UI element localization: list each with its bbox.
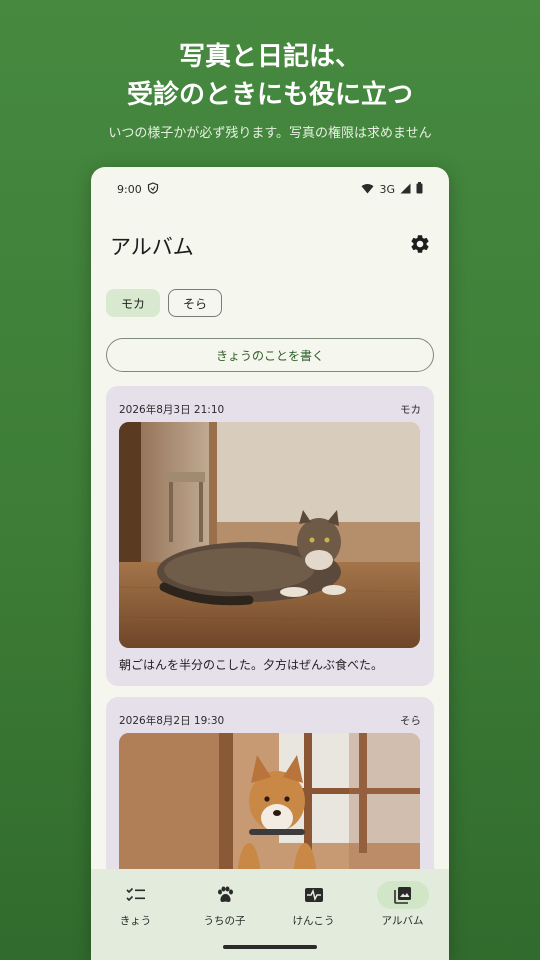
pulse-icon (288, 881, 340, 909)
paw-icon (199, 881, 251, 909)
battery-icon (416, 182, 423, 197)
page-title: アルバム (110, 235, 194, 259)
promo-headline-line1: 写真と日記は、 (178, 42, 361, 72)
status-indicators: 3G (361, 182, 423, 197)
photo-album-icon (376, 881, 429, 909)
promo-headline-line2: 受診のときにも役に立つ (126, 80, 413, 110)
nav-item-my-pets[interactable]: うちの子 (180, 869, 269, 939)
nav-item-today[interactable]: きょう (91, 869, 180, 939)
nav-item-album[interactable]: アルバム (358, 869, 447, 939)
nav-label: きょう (119, 915, 152, 927)
status-time: 9:00 (117, 183, 142, 196)
signal-icon (400, 183, 411, 197)
checklist-icon (110, 881, 162, 909)
entry-note: 朝ごはんを半分のこした。夕方はぜんぶ食べた。 (119, 658, 384, 672)
entry-pet-name: モカ (400, 404, 421, 416)
album-entry-card[interactable]: 2026年8月3日 21:10 モカ 朝ごはんを半分のこした。夕方はぜんぶ食べた… (106, 386, 434, 686)
vpn-shield-icon (147, 182, 159, 197)
entry-photo[interactable] (119, 422, 420, 648)
gear-icon[interactable] (409, 233, 431, 255)
bottom-navigation: きょう うちの子 けんこう アルバム (91, 869, 449, 960)
pet-chip-sora[interactable]: そら (168, 289, 223, 317)
phone-screen: 9:00 3G アルバム モカ そら きょうのことを書く 2026年8月3日 2 (91, 167, 449, 960)
promo-subline: いつの様子かが必ず残ります。写真の権限は求めません (108, 126, 432, 141)
home-indicator[interactable] (223, 945, 317, 949)
pet-chip-moka[interactable]: モカ (106, 289, 161, 317)
nav-label: アルバム (381, 915, 424, 927)
promo-headline: 写真と日記は、 受診のときにも役に立つ (0, 38, 540, 114)
nav-item-health[interactable]: けんこう (269, 869, 358, 939)
network-type: 3G (379, 183, 395, 196)
entry-date: 2026年8月3日 21:10 (119, 404, 225, 416)
nav-label: うちの子 (203, 915, 246, 927)
nav-label: けんこう (292, 915, 335, 927)
entry-date: 2026年8月2日 19:30 (119, 715, 225, 727)
status-bar: 9:00 3G (91, 179, 449, 199)
write-today-button[interactable]: きょうのことを書く (106, 338, 434, 372)
wifi-icon (361, 183, 374, 197)
pet-filter-chips: モカ そら (106, 289, 223, 317)
entry-pet-name: そら (400, 715, 421, 727)
